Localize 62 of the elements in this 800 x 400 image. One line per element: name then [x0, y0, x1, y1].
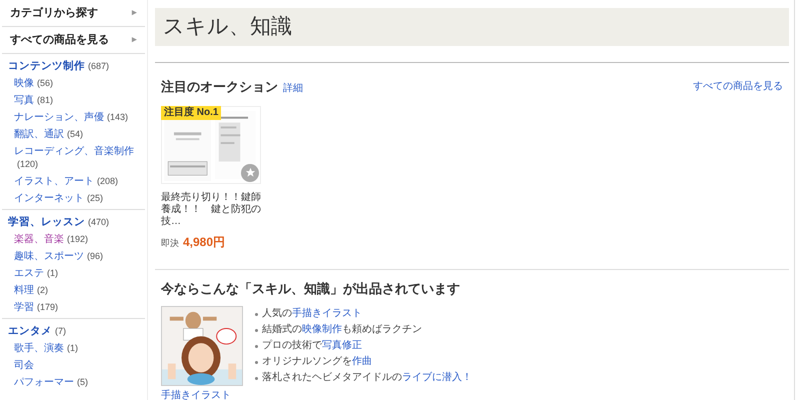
category-link[interactable]: エンタメ — [8, 325, 52, 338]
subcategory-link[interactable]: ナレーション、声優 — [14, 111, 104, 124]
page-title: スキル、知識 — [155, 8, 789, 46]
promo-link[interactable]: 映像制作 — [302, 324, 342, 335]
item-count: (687) — [88, 60, 110, 73]
section-title: 今ならこんな「スキル、知識」が出品されています — [161, 280, 461, 298]
menu-link[interactable]: すべての商品を見る ▸ — [2, 27, 145, 54]
menu-link[interactable]: カテゴリから探す ▸ — [2, 0, 145, 27]
item-count: (192) — [67, 233, 88, 246]
item-count: (1) — [67, 342, 78, 355]
ranking-badge: 注目度 No.1 — [161, 106, 222, 120]
promo-link[interactable]: ライブに潜入！ — [402, 372, 472, 383]
subcategory-link[interactable]: 楽器、音楽 — [14, 233, 64, 246]
subcategory-link[interactable]: 司会 — [14, 359, 34, 372]
subcategory-link[interactable]: 趣味、スポーツ — [14, 250, 84, 263]
promo-link[interactable]: 手描きイラスト — [292, 308, 362, 319]
promo-item: 落札されたヘビメタアイドルのライブに潜入！ — [262, 370, 472, 385]
promo-item: 結婚式の映像制作も頼めばラクチン — [262, 322, 422, 337]
section-title: 注目のオークション — [161, 78, 278, 96]
subcategory-link[interactable]: インターネット — [14, 192, 84, 205]
item-count: (143) — [107, 111, 128, 124]
subcategory-link[interactable]: レコーディング、音楽制作 — [14, 145, 134, 158]
item-count: (56) — [37, 77, 54, 90]
bullet-icon — [255, 376, 258, 380]
item-count: (2) — [37, 284, 48, 297]
item-count: (7) — [55, 325, 66, 338]
item-count: (96) — [87, 250, 104, 263]
item-count: (470) — [88, 216, 110, 229]
bullet-icon — [255, 360, 258, 364]
details-link[interactable]: 詳細 — [283, 81, 303, 96]
subcategory-link[interactable]: 歌手、演奏 — [14, 342, 64, 355]
subcategory-link[interactable]: 学習 — [14, 301, 34, 314]
item-title[interactable]: 最終売り切り！！鍵師養成！！ 鍵と防犯の技… — [161, 192, 265, 228]
item-count: (179) — [37, 301, 58, 314]
illustration-link[interactable]: 手描きイラスト — [161, 388, 243, 400]
promo-item: プロの技術で写真修正 — [262, 338, 362, 353]
bullet-icon — [255, 312, 258, 316]
price-label: 即決 — [161, 236, 179, 250]
subcategory-link[interactable]: イラスト、アート — [14, 175, 94, 188]
item-count: (5) — [77, 376, 88, 389]
category-link[interactable]: コンテンツ制作 — [8, 60, 85, 73]
bullet-icon — [255, 344, 258, 348]
all-items-link[interactable]: すべての商品を見る — [693, 79, 783, 94]
price: 4,980円 — [183, 234, 226, 250]
category-link[interactable]: 学習、レッスン — [8, 216, 85, 229]
subcategory-link[interactable]: パフォーマー — [14, 376, 74, 389]
subcategory-link[interactable]: 映像 — [14, 77, 34, 90]
promo-item: 人気の手描きイラスト — [262, 306, 362, 321]
item-count: (81) — [37, 94, 54, 107]
promo-link[interactable]: 作曲 — [352, 356, 372, 367]
item-count: (54) — [67, 128, 84, 141]
subcategory-link[interactable]: 料理 — [14, 284, 34, 297]
bullet-icon — [255, 328, 258, 332]
item-count: (208) — [97, 175, 118, 188]
subcategory-link[interactable]: エステ — [14, 267, 44, 280]
promo-item: オリジナルソングを作曲 — [262, 354, 372, 369]
promo-link[interactable]: 写真修正 — [322, 340, 362, 351]
item-count: (1) — [47, 267, 58, 280]
item-count: (120) — [17, 158, 38, 171]
subcategory-link[interactable]: 写真 — [14, 94, 34, 107]
subcategory-link[interactable]: 翻訳、通訳 — [14, 128, 64, 141]
item-count: (25) — [87, 192, 104, 205]
